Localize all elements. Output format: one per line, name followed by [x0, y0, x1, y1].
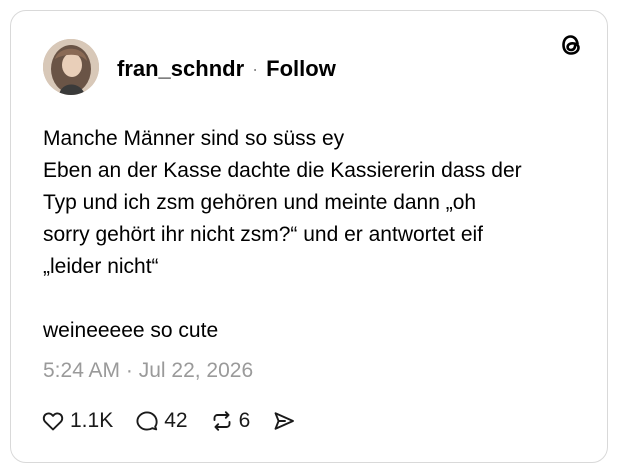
- speech-bubble-icon: [136, 411, 158, 431]
- avatar-image: [43, 39, 99, 95]
- like-count: 1.1K: [70, 409, 114, 432]
- send-icon: [274, 412, 295, 430]
- post-text-line: Eben an der Kasse dachte die Kassiererin…: [43, 159, 522, 182]
- header-separator: ·: [252, 58, 259, 79]
- repost-arrows-icon: [213, 411, 231, 431]
- heart-icon: [42, 412, 64, 431]
- avatar[interactable]: [43, 39, 99, 95]
- repost-count: 6: [238, 409, 251, 432]
- post-text-line: „leider nicht“: [43, 255, 159, 278]
- repost-button[interactable]: 6: [210, 409, 251, 433]
- post-text: Manche Männer sind so süss ey Eben an de…: [43, 123, 583, 347]
- post-text-line: Typ und ich zsm gehören und meinte dann …: [43, 191, 477, 214]
- post-text-line: weineeeee so cute: [43, 319, 219, 342]
- threads-logo-icon[interactable]: [557, 31, 585, 59]
- reply-count: 42: [164, 409, 188, 432]
- action-bar: 1.1K 42 6: [41, 407, 318, 435]
- like-button[interactable]: 1.1K: [41, 409, 113, 433]
- post-timestamp[interactable]: 5:24 AM · Jul 22, 2026: [43, 359, 253, 383]
- reply-button[interactable]: 42: [135, 409, 188, 433]
- post-card: fran_schndr · Follow Manche Männer sind …: [10, 10, 608, 463]
- username[interactable]: fran_schndr: [117, 56, 244, 82]
- post-header: fran_schndr · Follow: [117, 55, 336, 83]
- post-text-line: Manche Männer sind so süss ey: [43, 127, 345, 150]
- share-button[interactable]: [272, 409, 296, 433]
- post-text-line: sorry gehört ihr nicht zsm?“ und er antw…: [43, 223, 484, 246]
- follow-button[interactable]: Follow: [266, 56, 336, 82]
